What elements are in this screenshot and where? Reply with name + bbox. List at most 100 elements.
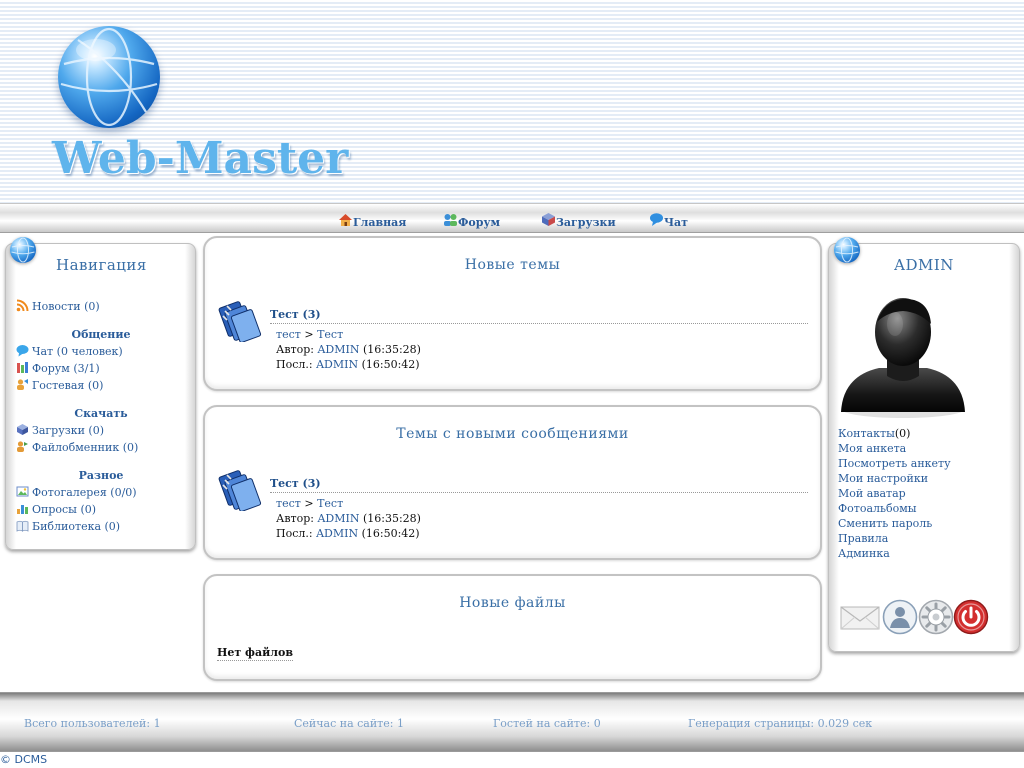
topic-folder-icon (218, 470, 262, 511)
menu-item-downloads-label: Загрузки (556, 216, 616, 229)
my-profile-link[interactable]: Моя анкета (838, 442, 906, 455)
nav-section-misc: Разное (78, 469, 124, 482)
newmsg-topic-breadcrumb: тест > Тест (276, 497, 343, 510)
navigation-title: Навигация (56, 256, 147, 274)
new-topic-breadcrumb: тест > Тест (276, 328, 343, 341)
rss-icon (16, 299, 29, 312)
no-files-text: Нет файлов (217, 646, 293, 661)
new-topic-crumb-topic[interactable]: Тест (317, 328, 343, 341)
footer-stats-bar: Всего пользователей: 1 Сейчас на сайте: … (0, 692, 1024, 752)
my-avatar-link[interactable]: Мой аватар (838, 487, 906, 500)
user-panel: ADMIN Контакты(0) Моя анкета Посмотреть … (828, 243, 1020, 652)
nav-link-photo-gallery-count: (0/0) (110, 486, 137, 499)
new-topic-crumb-separator: > (304, 328, 314, 341)
rules-link[interactable]: Правила (838, 532, 888, 545)
new-topics-panel: Новые темы Тест (3) тест > Тест Автор: A… (203, 236, 822, 391)
topic-divider (270, 492, 808, 493)
new-topics-title: Новые темы (464, 257, 561, 273)
newmsg-topic-last-time: (16:50:42) (361, 527, 420, 540)
settings-gear-icon[interactable] (918, 599, 954, 635)
photo-gallery-icon (16, 486, 29, 497)
nav-link-file-exchange-count: (0) (122, 441, 139, 454)
globe-icon (834, 237, 860, 263)
total-users-stat: Всего пользователей: 1 (24, 717, 161, 730)
new-files-panel: Новые файлы Нет файлов (203, 574, 822, 681)
navigation-panel: Навигация Новости (0) Общение Чат (0 чел… (5, 243, 196, 550)
topics-new-messages-panel: Темы с новыми сообщениями Тест (3) тест … (203, 405, 822, 560)
nav-link-forum-label: Форум (32, 362, 70, 375)
nav-link-guestbook-label: Гостевая (32, 379, 85, 392)
mail-icon[interactable] (840, 599, 880, 635)
nav-link-forum-count: (3/1) (73, 362, 100, 375)
nav-link-news-count: (0) (84, 300, 100, 313)
topics-new-messages-title: Темы с новыми сообщениями (396, 426, 629, 442)
change-password-link[interactable]: Сменить пароль (838, 517, 932, 530)
chat-icon (16, 345, 29, 357)
guestbook-icon (17, 379, 28, 390)
nav-link-library-label: Библиотека (32, 520, 102, 533)
site-logo-text[interactable]: Web-Master (52, 134, 372, 184)
my-settings-link[interactable]: Мои настройки (838, 472, 928, 485)
menu-item-home-label: Главная (353, 216, 407, 229)
contacts-link[interactable]: Контакты(0) (838, 427, 910, 440)
nav-link-downloads-count: (0) (88, 424, 104, 437)
file-exchange-icon (17, 441, 28, 452)
new-topic-author-time: (16:35:28) (362, 343, 421, 356)
topic-folder-icon (218, 301, 262, 342)
newmsg-topic-title-link[interactable]: Тест (3) (270, 477, 321, 490)
new-files-title: Новые файлы (459, 595, 566, 611)
nav-link-photo-gallery-label: Фотогалерея (32, 486, 107, 499)
new-topic-last-user-link[interactable]: ADMIN (316, 358, 358, 371)
power-icon[interactable] (953, 599, 989, 635)
menu-item-chat-label: Чат (664, 216, 688, 229)
nav-link-chat-count: (0 человек) (56, 345, 123, 358)
online-now-stat: Сейчас на сайте: 1 (294, 717, 404, 730)
newmsg-topic-author-time: (16:35:28) (362, 512, 421, 525)
nav-link-polls-count: (0) (80, 503, 97, 516)
newmsg-topic-author-link[interactable]: ADMIN (317, 512, 359, 525)
globe-logo-icon[interactable] (58, 26, 160, 128)
new-topic-last-time: (16:50:42) (361, 358, 420, 371)
photo-albums-link[interactable]: Фотоальбомы (838, 502, 917, 515)
contacts-label: Контакты (838, 427, 895, 440)
admin-panel-link[interactable]: Админка (838, 547, 890, 560)
home-icon (339, 214, 352, 226)
nav-link-library-count: (0) (104, 520, 121, 533)
user-avatar-icon[interactable] (839, 294, 967, 419)
view-profile-link[interactable]: Посмотреть анкету (838, 457, 951, 470)
copyright-link[interactable]: © DCMS (0, 753, 47, 766)
new-topic-last-label: Посл.: (276, 358, 313, 371)
contacts-count: (0) (894, 427, 911, 440)
library-book-icon (16, 520, 29, 532)
nav-link-downloads-label: Загрузки (32, 424, 85, 437)
new-topic-author-link[interactable]: ADMIN (317, 343, 359, 356)
top-menu-bar: Главная Форум Загрузки Чат (0, 203, 1024, 233)
user-icon[interactable] (882, 599, 918, 635)
new-topic-crumb-forum[interactable]: тест (276, 328, 301, 341)
new-topic-author-line: Автор: ADMIN (16:35:28) (276, 343, 421, 356)
downloads-icon (542, 213, 555, 226)
nav-section-communication: Общение (71, 328, 131, 341)
site-header: Web-Master (0, 0, 1024, 203)
forum-icon (444, 214, 457, 226)
new-topic-author-label: Автор: (276, 343, 314, 356)
polls-chart-icon (17, 505, 28, 514)
newmsg-topic-author-label: Автор: (276, 512, 314, 525)
nav-link-chat-label: Чат (32, 345, 54, 358)
nav-link-polls-label: Опросы (32, 503, 77, 516)
nav-link-news-label: Новости (32, 300, 81, 313)
new-topic-title-link[interactable]: Тест (3) (270, 308, 321, 321)
nav-link-guestbook-count: (0) (87, 379, 104, 392)
new-topic-last-line: Посл.: ADMIN (16:50:42) (276, 358, 420, 371)
nav-section-download: Скачать (74, 407, 128, 420)
newmsg-topic-crumb-forum[interactable]: тест (276, 497, 301, 510)
newmsg-topic-author-line: Автор: ADMIN (16:35:28) (276, 512, 421, 525)
page-generation-stat: Генерация страницы: 0.029 сек (688, 717, 873, 730)
newmsg-topic-last-user-link[interactable]: ADMIN (316, 527, 358, 540)
newmsg-topic-crumb-topic[interactable]: Тест (317, 497, 343, 510)
forum-icon (17, 362, 28, 373)
guests-online-stat: Гостей на сайте: 0 (493, 717, 601, 730)
newmsg-topic-last-label: Посл.: (276, 527, 313, 540)
chat-icon (650, 213, 663, 226)
newmsg-topic-last-line: Посл.: ADMIN (16:50:42) (276, 527, 420, 540)
